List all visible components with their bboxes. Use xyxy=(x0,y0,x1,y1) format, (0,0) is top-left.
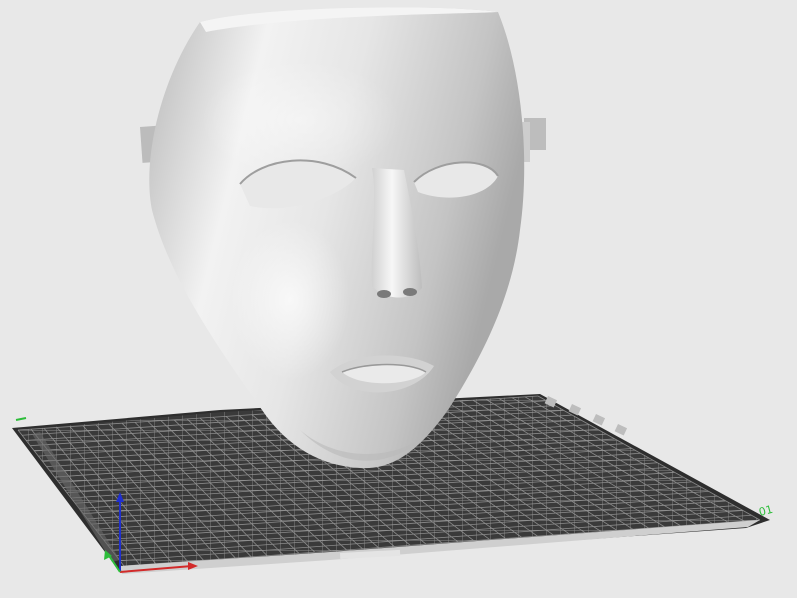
corner-label-right: 01 xyxy=(757,503,774,519)
scene-canvas[interactable]: 01 xyxy=(0,0,797,598)
3d-viewport[interactable]: 01 xyxy=(0,0,797,598)
nostril-left xyxy=(377,290,391,298)
corner-marker-left xyxy=(15,417,27,421)
nostril-right xyxy=(403,288,417,296)
